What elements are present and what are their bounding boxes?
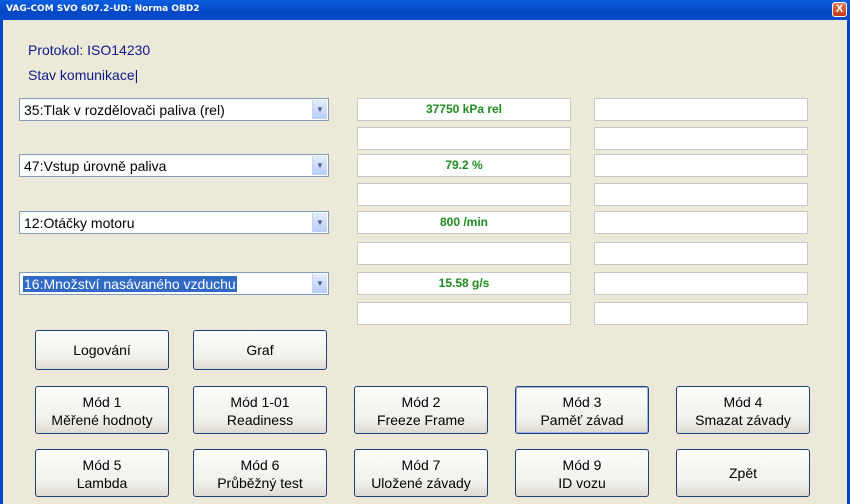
mode-5-line2: Lambda [76, 475, 128, 491]
mode-6-line2: Průběžný test [217, 475, 303, 491]
mode-2-button[interactable]: Mód 2 Freeze Frame [354, 386, 488, 434]
sub-field-1a [357, 127, 571, 150]
title-bar[interactable]: VAG-COM SVO 607.2-UD: Norma OBD2 X [0, 0, 850, 20]
mode-4-line2: Smazat závady [695, 412, 791, 428]
mode-7-line1: Mód 7 [401, 457, 441, 473]
mode-7-line2: Uložené závady [371, 475, 471, 491]
protocol-label: Protokol: ISO14230 [28, 42, 151, 58]
sub-field-3b [594, 242, 808, 265]
mode-6-button[interactable]: Mód 6 Průběžný test [193, 449, 327, 497]
sub-field-3a [357, 242, 571, 265]
chevron-down-icon[interactable]: ▼ [312, 213, 327, 232]
mode-6-line1: Mód 6 [240, 457, 280, 473]
param-select-3[interactable]: 12:Otáčky motoru ▼ [19, 211, 329, 234]
window-title: VAG-COM SVO 607.2-UD: Norma OBD2 [6, 4, 200, 14]
value-field-4: 15.58 g/s [357, 272, 571, 295]
mode-3-button[interactable]: Mód 3 Paměť závad [515, 386, 649, 434]
param-select-4-value: 16:Množství nasávaného vzduchu [23, 276, 237, 292]
extra-field-2a [594, 154, 808, 177]
extra-field-1a [594, 98, 808, 121]
chevron-down-icon[interactable]: ▼ [312, 274, 327, 293]
mode-4-button[interactable]: Mód 4 Smazat závady [676, 386, 810, 434]
extra-field-4a [594, 272, 808, 295]
mode-1-button[interactable]: Mód 1 Měřené hodnoty [35, 386, 169, 434]
value-field-3: 800 /min [357, 211, 571, 234]
param-select-1-value: 35:Tlak v rozdělovači paliva (rel) [24, 102, 225, 118]
param-select-2[interactable]: 47:Vstup úrovně paliva ▼ [19, 154, 329, 177]
value-field-2: 79.2 % [357, 154, 571, 177]
sub-field-2b [594, 183, 808, 206]
mode-9-line2: ID vozu [558, 475, 606, 491]
mode-1-01-line2: Readiness [226, 412, 294, 428]
mode-1-line2: Měřené hodnoty [51, 412, 153, 428]
extra-field-3a [594, 211, 808, 234]
chevron-down-icon[interactable]: ▼ [312, 100, 327, 119]
param-select-2-value: 47:Vstup úrovně paliva [24, 158, 167, 174]
mode-7-button[interactable]: Mód 7 Uložené závady [354, 449, 488, 497]
sub-field-4a [357, 302, 571, 325]
chevron-down-icon[interactable]: ▼ [312, 156, 327, 175]
mode-3-line1: Mód 3 [562, 394, 602, 410]
param-select-3-value: 12:Otáčky motoru [24, 215, 135, 231]
mode-5-button[interactable]: Mód 5 Lambda [35, 449, 169, 497]
mode-9-line1: Mód 9 [562, 457, 602, 473]
mode-5-line1: Mód 5 [82, 457, 122, 473]
communication-status: Stav komunikace| [28, 67, 139, 83]
mode-1-01-button[interactable]: Mód 1-01 Readiness [193, 386, 327, 434]
back-button[interactable]: Zpět [676, 449, 810, 497]
mode-1-01-line1: Mód 1-01 [230, 394, 290, 410]
mode-2-line1: Mód 2 [401, 394, 441, 410]
mode-1-line1: Mód 1 [82, 394, 122, 410]
value-field-1: 37750 kPa rel [357, 98, 571, 121]
mode-3-line2: Paměť závad [540, 412, 624, 428]
mode-4-line1: Mód 4 [723, 394, 763, 410]
sub-field-1b [594, 127, 808, 150]
param-select-4[interactable]: 16:Množství nasávaného vzduchu ▼ [19, 272, 329, 295]
sub-field-2a [357, 183, 571, 206]
mode-9-button[interactable]: Mód 9 ID vozu [515, 449, 649, 497]
sub-field-4b [594, 302, 808, 325]
mode-2-line2: Freeze Frame [377, 412, 465, 428]
logging-button[interactable]: Logování [35, 330, 169, 370]
param-select-1[interactable]: 35:Tlak v rozdělovači paliva (rel) ▼ [19, 98, 329, 121]
close-button[interactable]: X [832, 2, 847, 17]
graph-button[interactable]: Graf [193, 330, 327, 370]
